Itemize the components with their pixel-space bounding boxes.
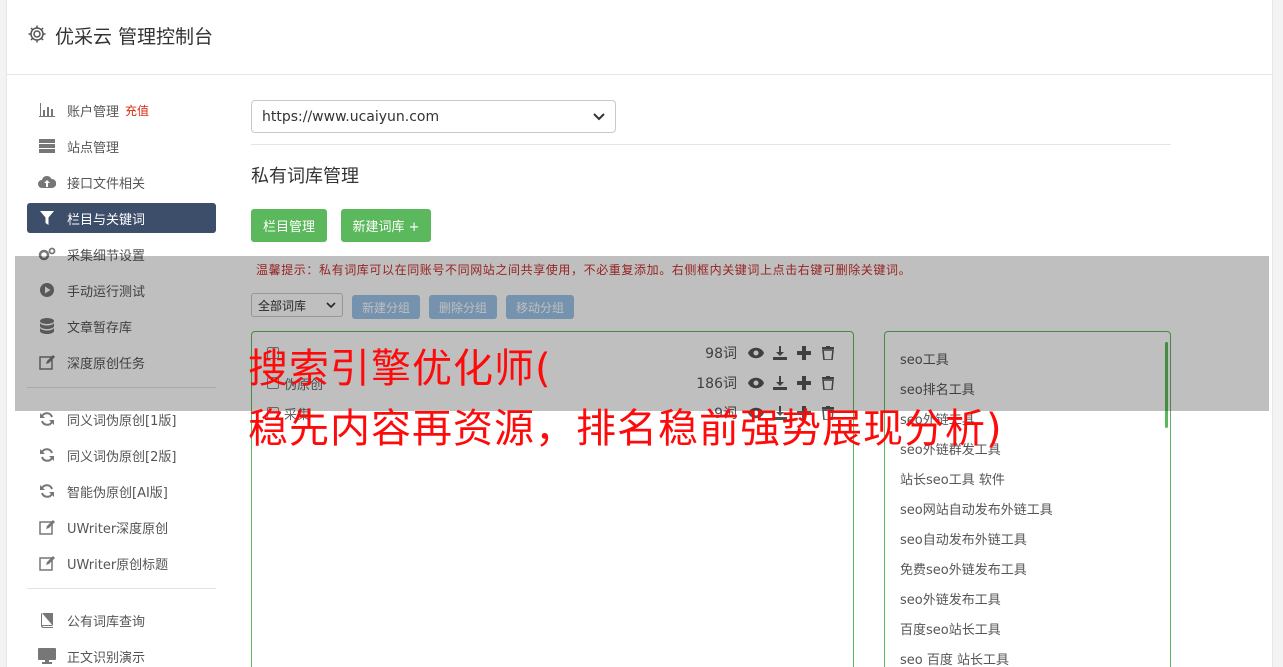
- site-select-value: https://www.ucaiyun.com: [262, 108, 440, 125]
- sidebar-item-text-recognition[interactable]: 正文识别演示: [27, 641, 216, 667]
- edit-icon: [38, 554, 56, 572]
- sidebar-item-synonym-v2[interactable]: 同义词伪原创[2版]: [27, 440, 216, 470]
- chevron-down-icon: [593, 109, 605, 125]
- sidebar-item-label: 站点管理: [67, 140, 120, 156]
- sidebar-item-label: 公有词库查询: [67, 614, 146, 630]
- sidebar-item-uwriter-deep[interactable]: UWriter深度原创: [27, 512, 216, 542]
- sidebar-item-label: UWriter原创标题: [67, 557, 169, 573]
- keyword-item[interactable]: seo 百度 站长工具: [900, 649, 1009, 667]
- section-title: 私有词库管理: [251, 166, 359, 187]
- sidebar-item-label: 栏目与关键词: [67, 212, 146, 228]
- column-manage-button[interactable]: 栏目管理: [251, 209, 327, 242]
- recharge-link[interactable]: 充值: [125, 102, 149, 119]
- refresh-icon: [38, 482, 56, 500]
- site-select[interactable]: https://www.ucaiyun.com: [251, 100, 616, 133]
- server-icon: [38, 137, 56, 155]
- keyword-item[interactable]: seo自动发布外链工具: [900, 529, 1027, 548]
- bar-chart-icon: [38, 101, 56, 119]
- sidebar-item-label: 账户管理: [67, 104, 120, 120]
- desktop-icon: [38, 647, 56, 665]
- sidebar-item-label: 正文识别演示: [67, 650, 146, 666]
- sidebar-divider: [27, 588, 216, 589]
- keyword-item[interactable]: 站长seo工具 软件: [900, 469, 1005, 488]
- sidebar-item-label: 同义词伪原创[1版]: [67, 413, 177, 429]
- keyword-item[interactable]: 百度seo站长工具: [900, 619, 1001, 638]
- sidebar-item-ai-original[interactable]: 智能伪原创[AI版]: [27, 476, 216, 506]
- overlay-headline-line1: 搜索引擎优化师(: [248, 346, 552, 392]
- sidebar-item-label: UWriter深度原创: [67, 521, 169, 537]
- edit-icon: [38, 518, 56, 536]
- new-library-button[interactable]: 新建词库 +: [341, 209, 431, 242]
- overlay-headline-line2: 稳先内容再资源，排名稳前强势展现分析): [248, 406, 1003, 452]
- refresh-icon: [38, 410, 56, 428]
- keyword-item[interactable]: 免费seo外链发布工具: [900, 559, 1027, 578]
- gear-icon: [27, 24, 47, 44]
- sidebar-item-sites[interactable]: 站点管理: [27, 131, 216, 161]
- refresh-icon: [38, 446, 56, 464]
- sidebar-item-label: 接口文件相关: [67, 176, 146, 192]
- page-title: 优采云 管理控制台: [55, 26, 214, 48]
- sidebar-item-public-lib[interactable]: 公有词库查询: [27, 605, 216, 635]
- divider: [251, 144, 1171, 145]
- filter-icon: [38, 209, 56, 227]
- sidebar-item-interface[interactable]: 接口文件相关: [27, 167, 216, 197]
- sidebar-item-label: 同义词伪原创[2版]: [67, 449, 177, 465]
- sidebar-item-uwriter-title[interactable]: UWriter原创标题: [27, 548, 216, 578]
- sidebar-item-columns-keywords[interactable]: 栏目与关键词: [27, 203, 216, 233]
- cloud-upload-icon: [38, 173, 56, 191]
- keyword-item[interactable]: seo网站自动发布外链工具: [900, 499, 1053, 518]
- sidebar-item-label: 智能伪原创[AI版]: [67, 485, 168, 501]
- book-icon: [38, 611, 56, 629]
- overlay-banner: [15, 256, 1269, 411]
- sidebar-item-account[interactable]: 账户管理 充值: [27, 95, 216, 125]
- keyword-item[interactable]: seo外链发布工具: [900, 589, 1001, 608]
